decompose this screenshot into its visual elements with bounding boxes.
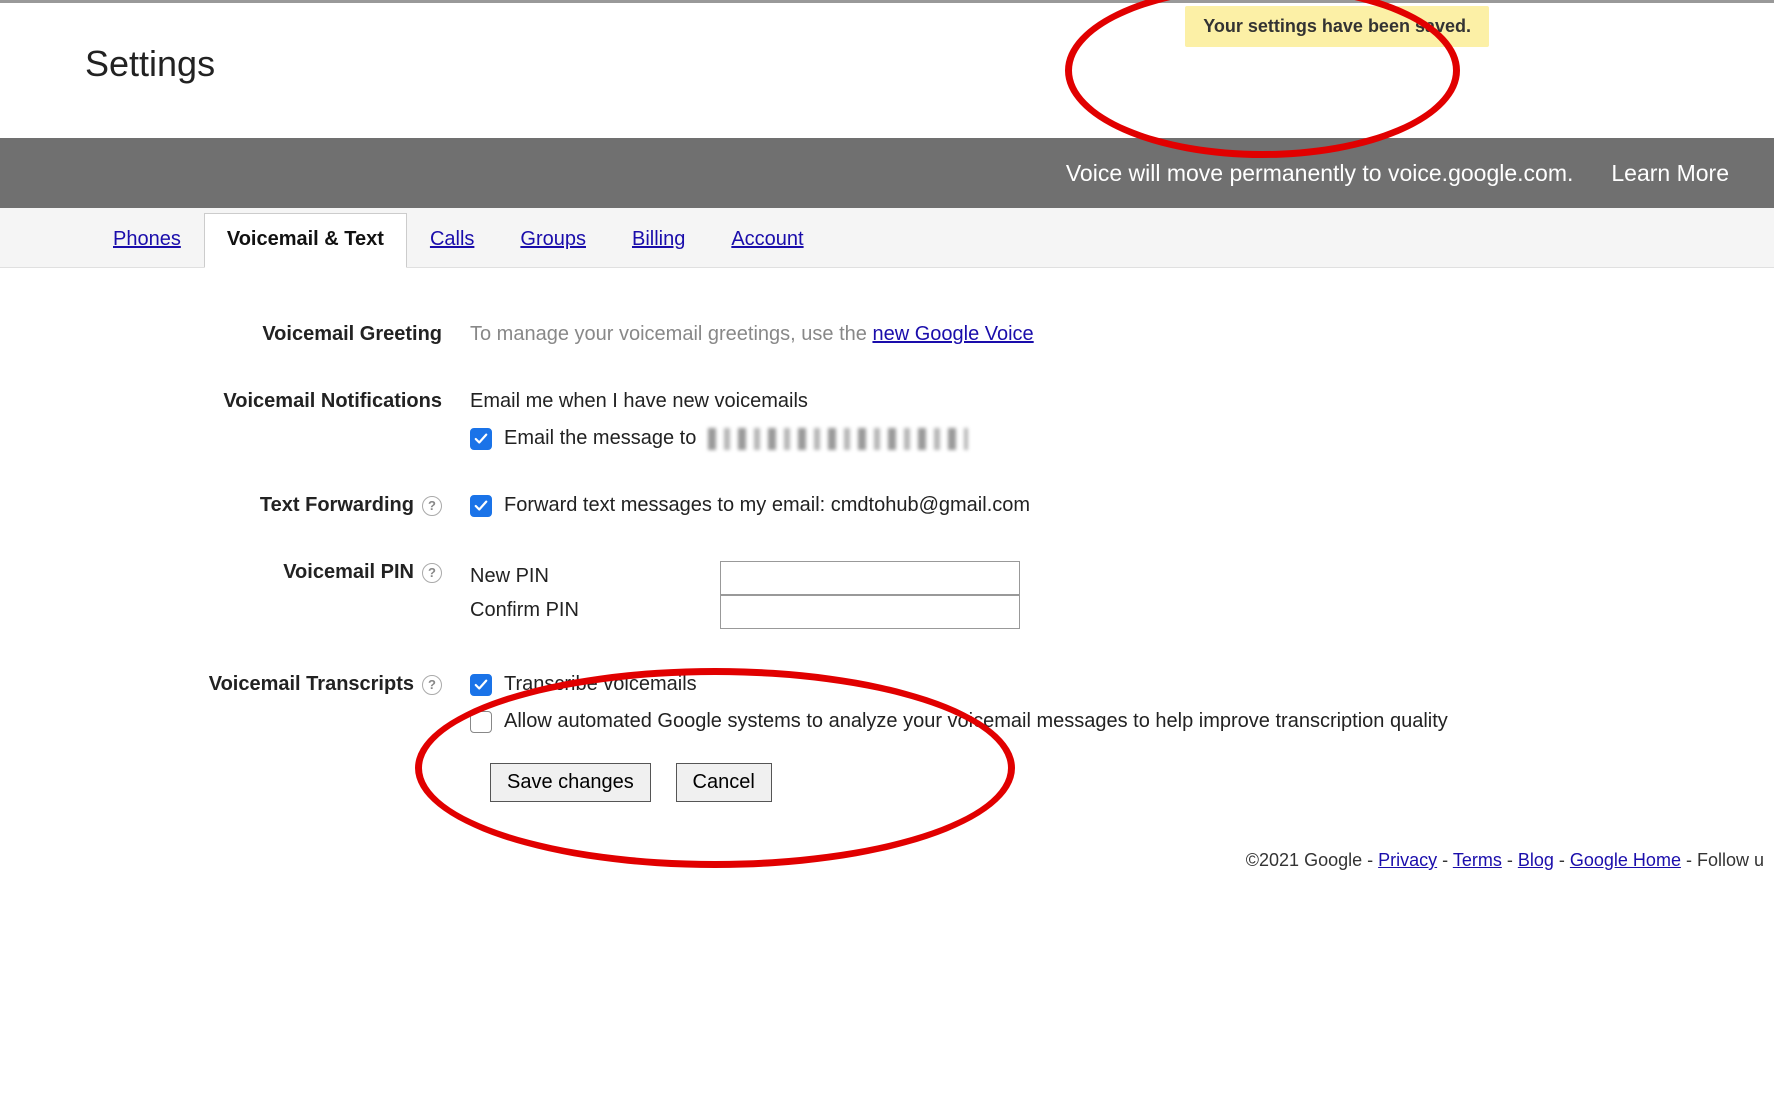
footer-privacy-link[interactable]: Privacy bbox=[1378, 850, 1437, 870]
tab-voicemail-text[interactable]: Voicemail & Text bbox=[204, 213, 407, 268]
new-pin-label: New PIN bbox=[470, 561, 720, 595]
cancel-button[interactable]: Cancel bbox=[676, 763, 772, 802]
label-voicemail-notifications: Voicemail Notifications bbox=[0, 390, 470, 413]
transcribe-label: Transcribe voicemails bbox=[504, 673, 697, 696]
footer-sep: - bbox=[1507, 850, 1518, 870]
label-voicemail-greeting: Voicemail Greeting bbox=[0, 323, 470, 346]
tab-account[interactable]: Account bbox=[708, 213, 826, 267]
row-voicemail-transcripts: Voicemail Transcripts ? Transcribe voice… bbox=[0, 673, 1774, 733]
footer-sep: - bbox=[1559, 850, 1570, 870]
confirm-pin-input[interactable] bbox=[720, 595, 1020, 629]
row-text-forwarding: Text Forwarding ? Forward text messages … bbox=[0, 494, 1774, 517]
label-text-forwarding: Text Forwarding bbox=[260, 494, 414, 517]
migration-banner-text: Voice will move permanently to voice.goo… bbox=[1066, 160, 1574, 187]
checkbox-transcribe[interactable] bbox=[470, 674, 492, 696]
footer: ©2021 Google - Privacy - Terms - Blog - … bbox=[0, 842, 1774, 871]
settings-content: Voicemail Greeting To manage your voicem… bbox=[0, 268, 1774, 842]
notifications-desc: Email me when I have new voicemails bbox=[470, 390, 1774, 413]
new-pin-input[interactable] bbox=[720, 561, 1020, 595]
help-icon[interactable]: ? bbox=[422, 675, 442, 695]
help-icon[interactable]: ? bbox=[422, 563, 442, 583]
greeting-text: To manage your voicemail greetings, use … bbox=[470, 323, 872, 345]
settings-saved-toast: Your settings have been saved. bbox=[1185, 6, 1489, 47]
row-voicemail-pin: Voicemail PIN ? New PIN Confirm PIN bbox=[0, 561, 1774, 629]
checkbox-forward-text[interactable] bbox=[470, 495, 492, 517]
footer-follow: - Follow u bbox=[1686, 850, 1764, 870]
redacted-email bbox=[708, 428, 968, 450]
page-title: Settings bbox=[85, 43, 215, 85]
tab-billing[interactable]: Billing bbox=[609, 213, 708, 267]
label-voicemail-pin: Voicemail PIN bbox=[283, 561, 414, 584]
footer-terms-link[interactable]: Terms bbox=[1453, 850, 1502, 870]
tab-phones[interactable]: Phones bbox=[90, 213, 204, 267]
learn-more-link[interactable]: Learn More bbox=[1611, 160, 1729, 187]
row-voicemail-notifications: Voicemail Notifications Email me when I … bbox=[0, 390, 1774, 450]
migration-banner: Voice will move permanently to voice.goo… bbox=[0, 138, 1774, 208]
save-changes-button[interactable]: Save changes bbox=[490, 763, 651, 802]
checkbox-email-message[interactable] bbox=[470, 428, 492, 450]
settings-tabs: Phones Voicemail & Text Calls Groups Bil… bbox=[0, 208, 1774, 268]
header: Settings Your settings have been saved. bbox=[0, 3, 1774, 138]
tab-calls[interactable]: Calls bbox=[407, 213, 497, 267]
checkbox-allow-analyze[interactable] bbox=[470, 711, 492, 733]
footer-blog-link[interactable]: Blog bbox=[1518, 850, 1554, 870]
help-icon[interactable]: ? bbox=[422, 496, 442, 516]
row-voicemail-greeting: Voicemail Greeting To manage your voicem… bbox=[0, 323, 1774, 346]
footer-google-home-link[interactable]: Google Home bbox=[1570, 850, 1681, 870]
confirm-pin-label: Confirm PIN bbox=[470, 595, 720, 629]
tab-groups[interactable]: Groups bbox=[497, 213, 609, 267]
label-voicemail-transcripts: Voicemail Transcripts bbox=[209, 673, 414, 696]
footer-copyright: ©2021 Google - bbox=[1246, 850, 1378, 870]
button-row: Save changes Cancel bbox=[490, 763, 1774, 802]
forward-text-label: Forward text messages to my email: cmdto… bbox=[504, 494, 1030, 517]
allow-analyze-label: Allow automated Google systems to analyz… bbox=[504, 710, 1448, 733]
email-message-label: Email the message to bbox=[504, 427, 696, 450]
footer-sep: - bbox=[1442, 850, 1453, 870]
new-google-voice-link[interactable]: new Google Voice bbox=[872, 323, 1033, 345]
